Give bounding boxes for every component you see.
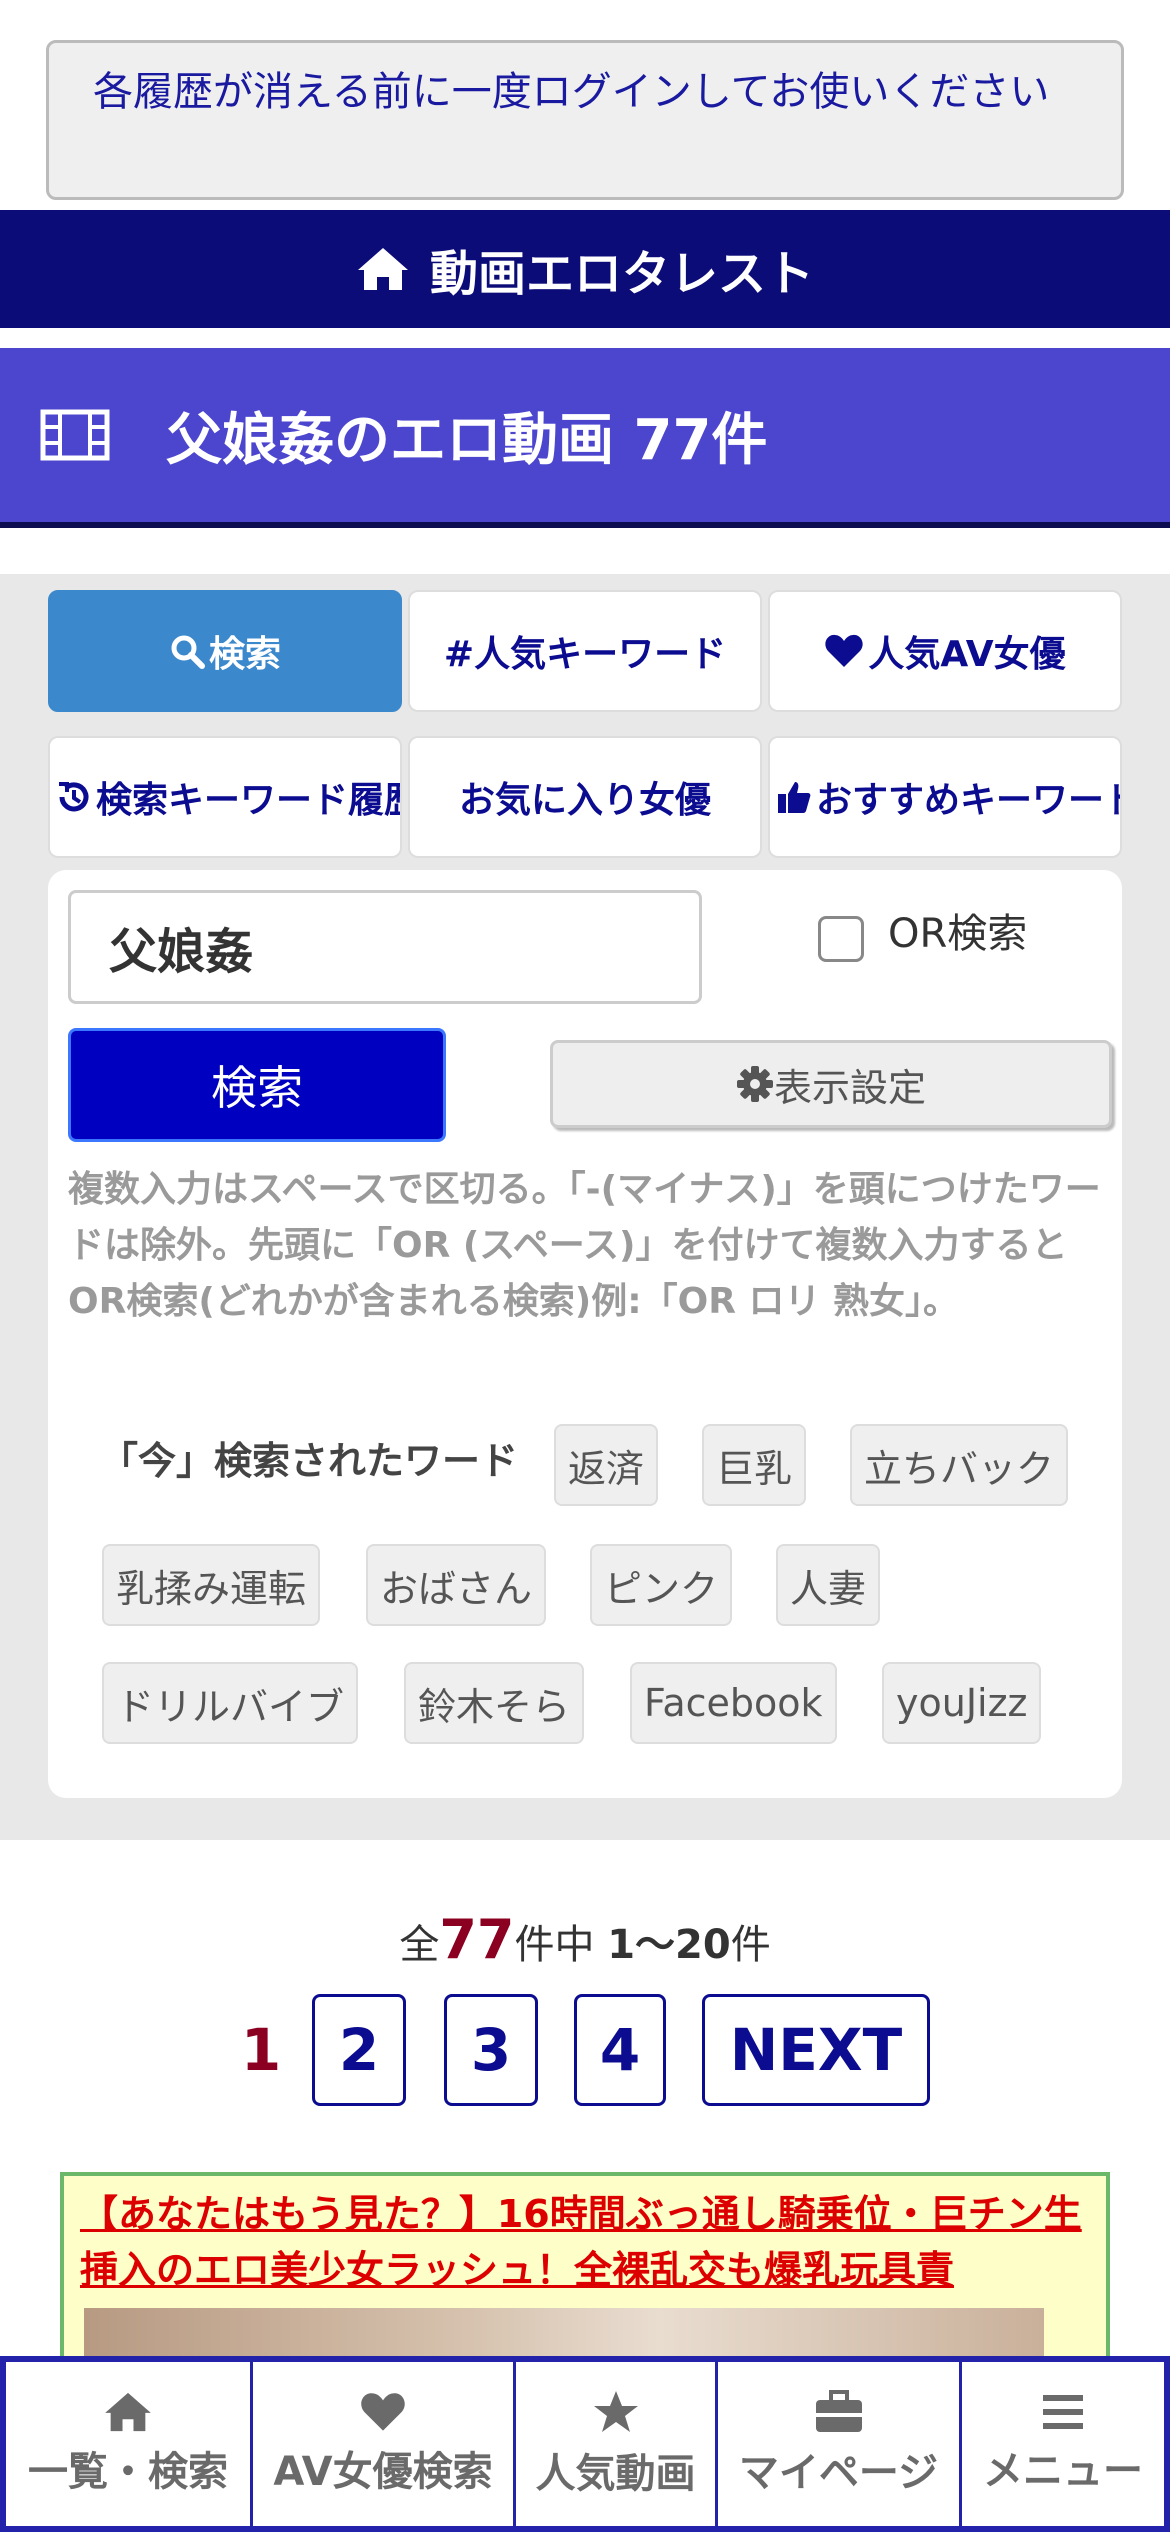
trending-word-chip[interactable]: 返済 — [554, 1424, 659, 1506]
trending-word-chip[interactable]: ドリルバイブ — [102, 1662, 359, 1744]
search-input[interactable]: 父娘姦 — [68, 890, 702, 1004]
or-search-label: OR検索 — [888, 911, 1028, 957]
search-help-text: 複数入力はスペースで区切る。「-(マイナス)」を頭につけたワードは除外。先頭に「… — [68, 1169, 1101, 1322]
pagination-next-button[interactable]: NEXT — [702, 1994, 930, 2106]
results-prefix: 全 — [399, 1922, 440, 1968]
bottom-nav: 一覧・検索 AV女優検索 人気動画 マイページ メニュー — [0, 2356, 1170, 2532]
thumbs-up-icon — [778, 782, 811, 813]
film-icon — [40, 409, 110, 461]
nav-my-page-label: マイページ — [738, 2450, 939, 2496]
history-icon — [59, 782, 89, 812]
page-title: 父娘姦のエロ動画 77件 — [166, 407, 768, 473]
results-total: 77 — [439, 1908, 515, 1971]
star-icon — [593, 2391, 638, 2432]
home-icon — [357, 248, 408, 290]
pagination-page-link[interactable]: 4 — [574, 1994, 666, 2106]
display-settings-label: 表示設定 — [773, 1065, 926, 1110]
trending-word-chip[interactable]: 乳揉み運転 — [102, 1544, 321, 1626]
search-button-label: 検索 — [211, 1061, 303, 1115]
nav-list-search-label: 一覧・検索 — [28, 2449, 228, 2495]
tab-search[interactable]: 検索 — [48, 590, 402, 712]
tab-popular-keywords-label: #人気キーワード — [443, 634, 727, 675]
nav-actress-search[interactable]: AV女優検索 — [250, 2362, 513, 2526]
tab-popular-actresses[interactable]: 人気AV女優 — [768, 590, 1122, 712]
tab-recommended-keywords[interactable]: おすすめキーワード — [768, 736, 1122, 858]
pagination-page-link[interactable]: 3 — [444, 1994, 538, 2106]
tab-search-history[interactable]: 検索キーワード履歴 — [48, 736, 402, 858]
tab-favorite-actresses[interactable]: お気に入り女優 — [408, 736, 762, 858]
nav-actress-search-label: AV女優検索 — [273, 2449, 493, 2495]
menu-icon — [1043, 2395, 1083, 2429]
results-middle: 件中 — [514, 1922, 608, 1968]
briefcase-icon — [815, 2390, 862, 2432]
trending-word-chip[interactable]: youJizz — [882, 1662, 1042, 1744]
nav-menu-label: メニュー — [983, 2448, 1143, 2494]
promo-title[interactable]: 【あなたはもう見た？】16時間ぶっ通し騎乗位・巨チン生挿入のエロ美少女ラッシュ！… — [80, 2186, 1090, 2298]
trending-word-chip[interactable]: Facebook — [630, 1662, 837, 1744]
site-title: 動画エロタレスト — [429, 246, 814, 302]
gear-icon — [736, 1066, 773, 1102]
heart-icon — [361, 2393, 405, 2431]
site-header[interactable]: 動画エロタレスト — [0, 210, 1170, 328]
or-search-toggle[interactable]: OR検索 — [818, 898, 1027, 962]
results-count: 全77件中 1〜20件 — [0, 1908, 1170, 1971]
home-icon — [105, 2392, 151, 2432]
trending-word-chip[interactable]: 巨乳 — [702, 1424, 807, 1506]
trending-words-label: 「今」検索されたワード — [100, 1439, 519, 1483]
nav-my-page[interactable]: マイページ — [715, 2362, 959, 2526]
tab-recommended-keywords-label: おすすめキーワード — [816, 780, 1122, 821]
search-form: 父娘姦 OR検索 検索 表示設定 複数入力はスペースで区切る。「-(マイナス)」… — [48, 870, 1122, 1798]
nav-popular-videos-label: 人気動画 — [535, 2451, 696, 2497]
pagination-current-page: 1 — [240, 2016, 282, 2084]
trending-word-chip[interactable]: 人妻 — [776, 1544, 881, 1626]
pagination-page-link[interactable]: 2 — [312, 1994, 406, 2106]
display-settings-button[interactable]: 表示設定 — [550, 1040, 1112, 1128]
or-search-checkbox[interactable] — [818, 916, 864, 962]
tab-search-label: 検索 — [208, 634, 281, 675]
trending-word-chip[interactable]: 立ちバック — [850, 1424, 1069, 1506]
login-notice-text: 各履歴が消える前に一度ログインしてお使いください — [93, 69, 1050, 115]
login-notice: 各履歴が消える前に一度ログインしてお使いください — [46, 40, 1124, 200]
results-range: 1〜20 — [607, 1922, 731, 1968]
trending-word-chip[interactable]: ピンク — [590, 1544, 733, 1626]
nav-list-search[interactable]: 一覧・検索 — [0, 2362, 250, 2526]
trending-word-chip[interactable]: おばさん — [366, 1544, 547, 1626]
heart-icon — [825, 634, 864, 667]
trending-word-chip[interactable]: 鈴木そら — [404, 1662, 585, 1744]
page-title-bar: 父娘姦のエロ動画 77件 — [0, 348, 1170, 528]
search-input-value: 父娘姦 — [109, 924, 254, 980]
tab-search-history-label: 検索キーワード履歴 — [96, 780, 402, 821]
tab-favorite-actresses-label: お気に入り女優 — [458, 780, 711, 821]
tab-popular-actresses-label: 人気AV女優 — [868, 634, 1066, 675]
nav-popular-videos[interactable]: 人気動画 — [513, 2362, 715, 2526]
nav-menu[interactable]: メニュー — [959, 2362, 1170, 2526]
search-button[interactable]: 検索 — [68, 1028, 446, 1142]
results-suffix: 件 — [730, 1922, 771, 1968]
tab-popular-keywords[interactable]: #人気キーワード — [408, 590, 762, 712]
search-icon — [171, 635, 205, 669]
